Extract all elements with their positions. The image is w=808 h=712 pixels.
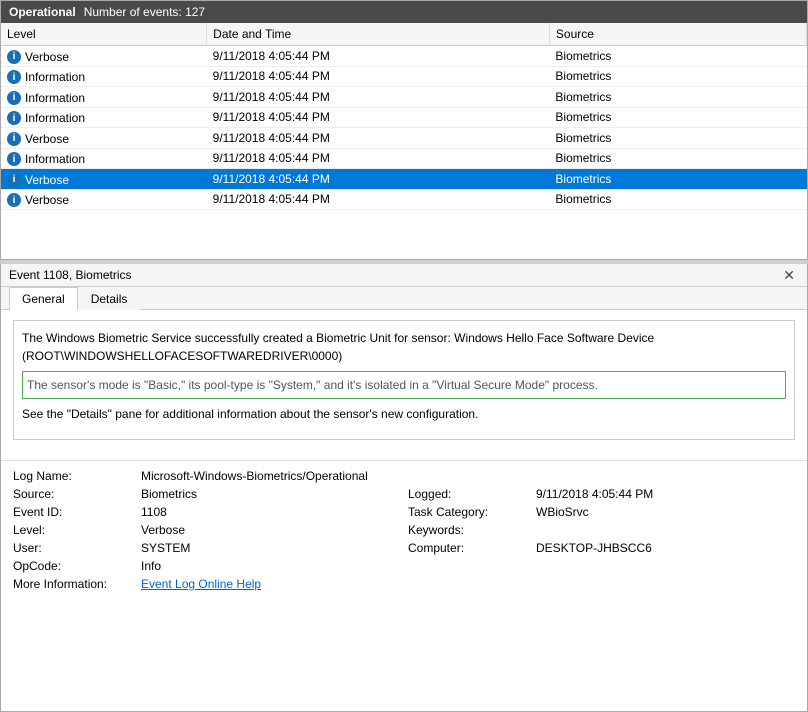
level-value: Verbose xyxy=(141,523,400,537)
event-meta: Log Name: Microsoft-Windows-Biometrics/O… xyxy=(1,460,807,601)
cell-datetime: 9/11/2018 4:05:44 PM xyxy=(207,66,550,87)
cell-source: Biometrics xyxy=(549,107,806,128)
level-icon: i xyxy=(7,111,21,125)
tab-general[interactable]: General xyxy=(9,287,78,310)
tab-details[interactable]: Details xyxy=(78,287,141,310)
event-table-scroll[interactable]: Level Date and Time Source i Verbose 9/1… xyxy=(1,23,807,241)
event-table: Level Date and Time Source i Verbose 9/1… xyxy=(1,23,807,210)
computer-label: Computer: xyxy=(408,541,528,555)
more-info-label: More Information: xyxy=(13,577,133,591)
cell-level: i Verbose xyxy=(1,128,207,149)
operational-label: Operational xyxy=(9,5,76,19)
cell-level: i Verbose xyxy=(1,189,207,210)
log-name-label: Log Name: xyxy=(13,469,133,483)
level-icon: i xyxy=(7,132,21,146)
cell-source: Biometrics xyxy=(549,46,806,67)
keywords-label: Keywords: xyxy=(408,523,528,537)
main-wrapper: Operational Number of events: 127 Level … xyxy=(0,0,808,712)
level-text: Verbose xyxy=(25,193,69,207)
description-line2: See the "Details" pane for additional in… xyxy=(22,405,786,423)
description-line1: The Windows Biometric Service successful… xyxy=(22,329,786,365)
cell-level: i Verbose xyxy=(1,46,207,67)
cell-source: Biometrics xyxy=(549,87,806,108)
col-header-source[interactable]: Source xyxy=(549,23,806,46)
event-description-box: The Windows Biometric Service successful… xyxy=(13,320,795,440)
event-id-value: 1108 xyxy=(141,505,400,519)
level-text: Verbose xyxy=(25,173,69,187)
opcode-label: OpCode: xyxy=(13,559,133,573)
cell-datetime: 9/11/2018 4:05:44 PM xyxy=(207,107,550,128)
cell-source: Biometrics xyxy=(549,66,806,87)
logged-value: 9/11/2018 4:05:44 PM xyxy=(536,487,795,501)
level-icon: i xyxy=(7,152,21,166)
cell-datetime: 9/11/2018 4:05:44 PM xyxy=(207,148,550,169)
logged-label: Logged: xyxy=(408,487,528,501)
level-icon: i xyxy=(7,50,21,64)
level-text: Information xyxy=(25,111,85,125)
level-icon: i xyxy=(7,91,21,105)
log-name-value: Microsoft-Windows-Biometrics/Operational xyxy=(141,469,795,483)
opcode-value: Info xyxy=(141,559,400,573)
cell-datetime: 9/11/2018 4:05:44 PM xyxy=(207,128,550,149)
event-log-panel: Operational Number of events: 127 Level … xyxy=(0,0,808,260)
table-row[interactable]: i Verbose 9/11/2018 4:05:44 PM Biometric… xyxy=(1,189,807,210)
cell-datetime: 9/11/2018 4:05:44 PM xyxy=(207,189,550,210)
keywords-value xyxy=(536,523,795,537)
cell-source: Biometrics xyxy=(549,128,806,149)
table-row[interactable]: i Verbose 9/11/2018 4:05:44 PM Biometric… xyxy=(1,169,807,190)
cell-level: i Information xyxy=(1,107,207,128)
level-icon: i xyxy=(7,193,21,207)
detail-title: Event 1108, Biometrics xyxy=(9,268,132,282)
level-text: Verbose xyxy=(25,132,69,146)
cell-level: i Information xyxy=(1,66,207,87)
task-category-value: WBioSrvc xyxy=(536,505,795,519)
source-value: Biometrics xyxy=(141,487,400,501)
level-icon: i xyxy=(7,70,21,84)
tab-content-general: The Windows Biometric Service successful… xyxy=(1,310,807,460)
cell-source: Biometrics xyxy=(549,189,806,210)
cell-datetime: 9/11/2018 4:05:44 PM xyxy=(207,46,550,67)
table-row[interactable]: i Information 9/11/2018 4:05:44 PM Biome… xyxy=(1,148,807,169)
event-log-header: Operational Number of events: 127 xyxy=(1,1,807,23)
col-header-datetime[interactable]: Date and Time xyxy=(207,23,550,46)
cell-datetime: 9/11/2018 4:05:44 PM xyxy=(207,87,550,108)
task-category-label: Task Category: xyxy=(408,505,528,519)
level-text: Information xyxy=(25,70,85,84)
detail-header: Event 1108, Biometrics ✕ xyxy=(1,264,807,287)
event-count-label: Number of events: 127 xyxy=(84,5,205,19)
computer-value: DESKTOP-JHBSCC6 xyxy=(536,541,795,555)
cell-source: Biometrics xyxy=(549,169,806,190)
col-header-level[interactable]: Level xyxy=(1,23,207,46)
table-row[interactable]: i Verbose 9/11/2018 4:05:44 PM Biometric… xyxy=(1,128,807,149)
level-icon: i xyxy=(7,173,21,187)
cell-datetime: 9/11/2018 4:05:44 PM xyxy=(207,169,550,190)
user-value: SYSTEM xyxy=(141,541,400,555)
cell-level: i Information xyxy=(1,87,207,108)
cell-level: i Verbose xyxy=(1,169,207,190)
cell-source: Biometrics xyxy=(549,148,806,169)
level-text: Information xyxy=(25,152,85,166)
tabs-container: General Details xyxy=(1,287,807,310)
table-row[interactable]: i Information 9/11/2018 4:05:44 PM Biome… xyxy=(1,107,807,128)
user-label: User: xyxy=(13,541,133,555)
more-info-link[interactable]: Event Log Online Help xyxy=(141,577,261,591)
source-label: Source: xyxy=(13,487,133,501)
level-text: Information xyxy=(25,91,85,105)
detail-panel: Event 1108, Biometrics ✕ General Details… xyxy=(0,264,808,712)
table-row[interactable]: i Information 9/11/2018 4:05:44 PM Biome… xyxy=(1,66,807,87)
cell-level: i Information xyxy=(1,148,207,169)
table-row[interactable]: i Verbose 9/11/2018 4:05:44 PM Biometric… xyxy=(1,46,807,67)
close-button[interactable]: ✕ xyxy=(779,268,799,282)
level-label: Level: xyxy=(13,523,133,537)
event-id-label: Event ID: xyxy=(13,505,133,519)
table-row[interactable]: i Information 9/11/2018 4:05:44 PM Biome… xyxy=(1,87,807,108)
level-text: Verbose xyxy=(25,50,69,64)
description-highlight: The sensor's mode is "Basic," its pool-t… xyxy=(22,371,786,399)
